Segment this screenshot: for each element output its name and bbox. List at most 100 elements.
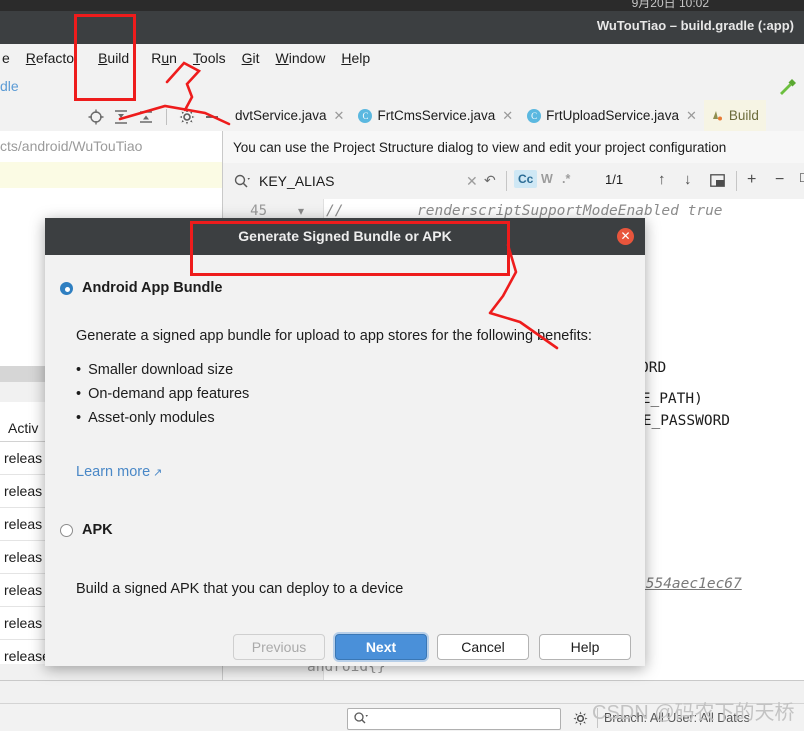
menu-item-run[interactable]: Run (143, 48, 185, 68)
arrow-down-icon[interactable]: ↓ (684, 171, 692, 188)
menu-item-edit-partial[interactable]: e (0, 48, 18, 68)
menu-item-window[interactable]: Window (268, 48, 334, 68)
list-item: Asset-only modules (76, 406, 249, 430)
expand-all-icon[interactable] (113, 109, 129, 125)
tab-frtuploadservice[interactable]: C FrtUploadService.java ✕ (520, 100, 704, 131)
notification-text: You can use the Project Structure dialog… (233, 139, 727, 155)
cell-variant: releas (4, 450, 43, 466)
os-top-strip: 9月20日 10:02 (0, 0, 804, 11)
code-fragment-store-password: RE_PASSWORD (634, 413, 731, 429)
project-path: cts/android/WuTouTiao (0, 138, 143, 154)
radio-button[interactable] (60, 281, 73, 295)
wrap-icon[interactable]: ↶ (484, 172, 496, 189)
table-footer (0, 664, 222, 680)
vcs-search-input[interactable] (347, 708, 561, 730)
learn-more-label: Learn more (76, 464, 151, 480)
external-link-icon: ↗ (153, 467, 163, 479)
menu-item-git[interactable]: Git (234, 48, 268, 68)
menu-item-help[interactable]: Help (333, 48, 378, 68)
radio-apk[interactable]: APK (60, 522, 113, 538)
tab-frtcmsservice[interactable]: C FrtCmsService.java ✕ (351, 100, 520, 131)
radio-android-app-bundle[interactable]: Android App Bundle (60, 280, 222, 296)
minimize-icon[interactable] (204, 109, 220, 125)
dialog-footer: Previous Next Cancel Help (45, 628, 645, 666)
help-button[interactable]: Help (539, 634, 631, 660)
fold-region-icon[interactable]: ▾ (298, 204, 304, 218)
find-divider (736, 171, 737, 191)
cell-variant: releas (4, 582, 43, 598)
gradle-icon (712, 111, 722, 121)
search-icon[interactable] (233, 173, 251, 189)
match-count: 1/1 (605, 172, 624, 187)
bundle-description: Generate a signed app bundle for upload … (76, 328, 592, 344)
whole-words-toggle[interactable]: W (541, 172, 553, 186)
learn-more-link[interactable]: Learn more ↗ (76, 464, 162, 480)
dialog-title: Generate Signed Bundle or APK (238, 228, 452, 244)
match-case-toggle[interactable]: Cc (514, 170, 538, 188)
toolbar-divider (166, 109, 167, 125)
tab-dvtservice[interactable]: dvtService.java ✕ (228, 100, 351, 131)
radio-label: Android App Bundle (82, 280, 223, 296)
breadcrumb[interactable]: dle (0, 78, 19, 94)
clear-icon[interactable]: ✕ (466, 173, 478, 190)
menu-item-build[interactable]: Build (90, 48, 137, 68)
tab-label: Build (728, 108, 759, 123)
radio-label: APK (82, 522, 113, 538)
locate-icon[interactable] (88, 109, 104, 125)
column-header-active: Activ (8, 419, 39, 436)
tab-label: FrtCmsService.java (377, 108, 496, 123)
code-fragment-hash: 5554aec1ec67 (637, 576, 742, 592)
editor-tab-bar: dvtService.java ✕ C FrtCmsService.java ✕… (228, 100, 804, 131)
remove-filter-icon[interactable]: − (775, 171, 784, 189)
previous-button[interactable]: Previous (233, 634, 325, 660)
cell-variant: releas (4, 483, 43, 499)
close-icon[interactable]: ✕ (686, 108, 697, 124)
project-panel-toolbar (88, 103, 220, 131)
close-icon[interactable]: ✕ (617, 228, 634, 245)
more-options-icon[interactable]: ☐ (799, 171, 804, 185)
window-title-bar: WuTouTiao – build.gradle (:app) (0, 11, 804, 44)
cell-variant: releas (4, 516, 43, 532)
tab-build[interactable]: Build (703, 100, 766, 131)
cell-variant: releas (4, 549, 43, 565)
dialog-body (45, 255, 645, 666)
tab-label: FrtUploadService.java (546, 108, 679, 123)
cancel-button[interactable]: Cancel (437, 634, 529, 660)
menu-item-tools[interactable]: Tools (185, 48, 234, 68)
vcs-filters[interactable]: Branch: All User: All Dates (604, 711, 750, 725)
java-class-icon: C (527, 108, 542, 123)
find-bar: KEY_ALIAS ✕ ↶ Cc W .* 1/1 ↑ ↓ + − ☐ (223, 163, 804, 200)
hammer-icon[interactable] (776, 76, 798, 98)
menu-item-refactor[interactable]: Refacto (18, 48, 82, 68)
close-icon[interactable]: ✕ (502, 108, 513, 124)
search-input[interactable]: KEY_ALIAS (259, 173, 335, 189)
next-button[interactable]: Next (335, 634, 427, 660)
notification-bar: You can use the Project Structure dialog… (223, 131, 804, 164)
cell-variant: releas (4, 615, 43, 631)
close-icon[interactable]: ✕ (334, 108, 345, 124)
window-title: WuTouTiao – build.gradle (:app) (596, 18, 794, 33)
os-clock: 9月20日 10:02 (631, 0, 709, 10)
radio-button[interactable] (60, 523, 73, 537)
code-line-text: renderscriptSupportModeEnabled true (417, 203, 723, 219)
bundle-benefits-list: Smaller download size On-demand app feat… (76, 358, 249, 430)
menu-bar: e Refacto Build Run Tools Git Window Hel… (0, 44, 804, 72)
breadcrumb-toolbar: dle (0, 72, 804, 103)
apk-description: Build a signed APK that you can deploy t… (76, 581, 404, 597)
collapse-all-icon[interactable] (138, 109, 154, 125)
gear-icon[interactable] (573, 711, 588, 726)
search-icon[interactable] (353, 711, 369, 725)
regex-toggle[interactable]: .* (562, 172, 570, 186)
settings-gear-icon[interactable] (179, 109, 195, 125)
code-line-comment: // (326, 203, 344, 219)
select-in-editor-icon[interactable] (710, 174, 725, 187)
project-highlight-row (0, 162, 222, 188)
add-filter-icon[interactable]: + (747, 171, 756, 189)
dialog-title-bar: Generate Signed Bundle or APK ✕ (45, 218, 645, 255)
find-divider (506, 171, 507, 191)
cell-variant: release (4, 648, 50, 664)
list-item: Smaller download size (76, 358, 249, 382)
screenshot-root: 9月20日 10:02 WuTouTiao – build.gradle (:a… (0, 0, 804, 731)
line-number: 45 (250, 203, 267, 219)
arrow-up-icon[interactable]: ↑ (658, 171, 666, 188)
